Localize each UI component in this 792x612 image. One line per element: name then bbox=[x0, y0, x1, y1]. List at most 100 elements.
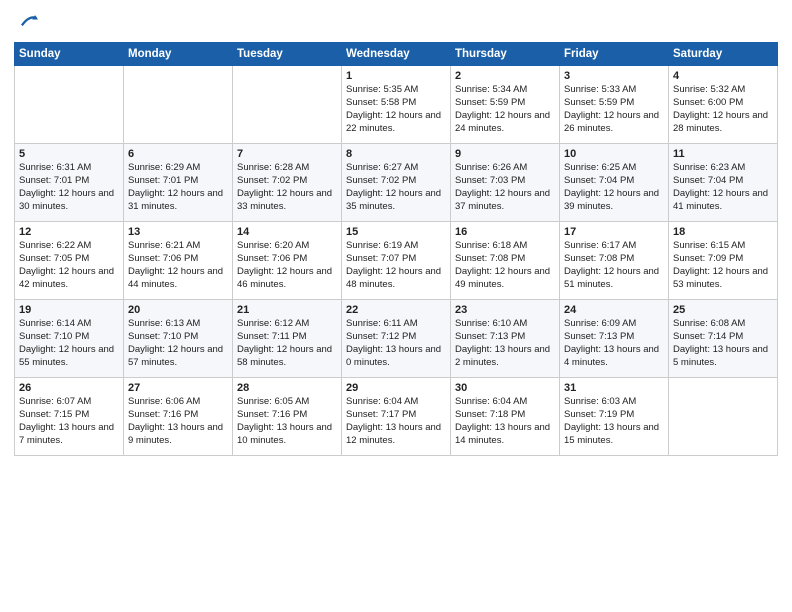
sunset-text: Sunset: 7:12 PM bbox=[346, 331, 446, 344]
sunset-text: Sunset: 7:08 PM bbox=[564, 253, 664, 266]
day-number: 16 bbox=[455, 225, 555, 240]
week-row-1: 1Sunrise: 5:35 AMSunset: 5:58 PMDaylight… bbox=[15, 65, 778, 143]
calendar-cell: 7Sunrise: 6:28 AMSunset: 7:02 PMDaylight… bbox=[233, 143, 342, 221]
daylight-text: Daylight: 12 hours and 37 minutes. bbox=[455, 188, 555, 214]
calendar-cell: 6Sunrise: 6:29 AMSunset: 7:01 PMDaylight… bbox=[124, 143, 233, 221]
day-number: 22 bbox=[346, 303, 446, 318]
cell-content: 9Sunrise: 6:26 AMSunset: 7:03 PMDaylight… bbox=[455, 147, 555, 214]
calendar-cell: 19Sunrise: 6:14 AMSunset: 7:10 PMDayligh… bbox=[15, 299, 124, 377]
cell-content: 15Sunrise: 6:19 AMSunset: 7:07 PMDayligh… bbox=[346, 225, 446, 292]
cell-content: 11Sunrise: 6:23 AMSunset: 7:04 PMDayligh… bbox=[673, 147, 773, 214]
day-number: 20 bbox=[128, 303, 228, 318]
sunset-text: Sunset: 5:58 PM bbox=[346, 97, 446, 110]
cell-content: 6Sunrise: 6:29 AMSunset: 7:01 PMDaylight… bbox=[128, 147, 228, 214]
daylight-text: Daylight: 12 hours and 58 minutes. bbox=[237, 344, 337, 370]
calendar-cell bbox=[124, 65, 233, 143]
calendar-cell: 16Sunrise: 6:18 AMSunset: 7:08 PMDayligh… bbox=[451, 221, 560, 299]
day-number: 26 bbox=[19, 381, 119, 396]
calendar-cell: 23Sunrise: 6:10 AMSunset: 7:13 PMDayligh… bbox=[451, 299, 560, 377]
calendar-cell: 15Sunrise: 6:19 AMSunset: 7:07 PMDayligh… bbox=[342, 221, 451, 299]
day-number: 6 bbox=[128, 147, 228, 162]
calendar-cell: 1Sunrise: 5:35 AMSunset: 5:58 PMDaylight… bbox=[342, 65, 451, 143]
week-row-3: 12Sunrise: 6:22 AMSunset: 7:05 PMDayligh… bbox=[15, 221, 778, 299]
day-number: 11 bbox=[673, 147, 773, 162]
day-number: 2 bbox=[455, 69, 555, 84]
sunset-text: Sunset: 7:14 PM bbox=[673, 331, 773, 344]
sunset-text: Sunset: 7:16 PM bbox=[237, 409, 337, 422]
weekday-sunday: Sunday bbox=[15, 42, 124, 65]
cell-content: 2Sunrise: 5:34 AMSunset: 5:59 PMDaylight… bbox=[455, 69, 555, 136]
day-number: 7 bbox=[237, 147, 337, 162]
sunrise-text: Sunrise: 6:15 AM bbox=[673, 240, 773, 253]
sunrise-text: Sunrise: 6:17 AM bbox=[564, 240, 664, 253]
sunset-text: Sunset: 6:00 PM bbox=[673, 97, 773, 110]
sunrise-text: Sunrise: 6:31 AM bbox=[19, 162, 119, 175]
daylight-text: Daylight: 12 hours and 41 minutes. bbox=[673, 188, 773, 214]
logo bbox=[14, 10, 38, 34]
day-number: 24 bbox=[564, 303, 664, 318]
sunset-text: Sunset: 7:05 PM bbox=[19, 253, 119, 266]
day-number: 3 bbox=[564, 69, 664, 84]
header bbox=[14, 10, 778, 34]
calendar-cell: 8Sunrise: 6:27 AMSunset: 7:02 PMDaylight… bbox=[342, 143, 451, 221]
daylight-text: Daylight: 12 hours and 26 minutes. bbox=[564, 110, 664, 136]
calendar-cell: 27Sunrise: 6:06 AMSunset: 7:16 PMDayligh… bbox=[124, 377, 233, 455]
cell-content: 22Sunrise: 6:11 AMSunset: 7:12 PMDayligh… bbox=[346, 303, 446, 370]
cell-content: 7Sunrise: 6:28 AMSunset: 7:02 PMDaylight… bbox=[237, 147, 337, 214]
calendar-cell: 5Sunrise: 6:31 AMSunset: 7:01 PMDaylight… bbox=[15, 143, 124, 221]
cell-content: 19Sunrise: 6:14 AMSunset: 7:10 PMDayligh… bbox=[19, 303, 119, 370]
daylight-text: Daylight: 12 hours and 51 minutes. bbox=[564, 266, 664, 292]
daylight-text: Daylight: 12 hours and 24 minutes. bbox=[455, 110, 555, 136]
sunset-text: Sunset: 7:13 PM bbox=[455, 331, 555, 344]
weekday-tuesday: Tuesday bbox=[233, 42, 342, 65]
day-number: 19 bbox=[19, 303, 119, 318]
day-number: 10 bbox=[564, 147, 664, 162]
sunrise-text: Sunrise: 5:34 AM bbox=[455, 84, 555, 97]
sunrise-text: Sunrise: 6:25 AM bbox=[564, 162, 664, 175]
calendar-cell: 30Sunrise: 6:04 AMSunset: 7:18 PMDayligh… bbox=[451, 377, 560, 455]
daylight-text: Daylight: 13 hours and 7 minutes. bbox=[19, 422, 119, 448]
daylight-text: Daylight: 13 hours and 14 minutes. bbox=[455, 422, 555, 448]
daylight-text: Daylight: 12 hours and 46 minutes. bbox=[237, 266, 337, 292]
sunrise-text: Sunrise: 6:14 AM bbox=[19, 318, 119, 331]
sunrise-text: Sunrise: 6:06 AM bbox=[128, 396, 228, 409]
cell-content: 14Sunrise: 6:20 AMSunset: 7:06 PMDayligh… bbox=[237, 225, 337, 292]
day-number: 25 bbox=[673, 303, 773, 318]
calendar-cell: 21Sunrise: 6:12 AMSunset: 7:11 PMDayligh… bbox=[233, 299, 342, 377]
sunrise-text: Sunrise: 6:28 AM bbox=[237, 162, 337, 175]
sunrise-text: Sunrise: 6:20 AM bbox=[237, 240, 337, 253]
calendar-cell: 26Sunrise: 6:07 AMSunset: 7:15 PMDayligh… bbox=[15, 377, 124, 455]
day-number: 30 bbox=[455, 381, 555, 396]
page: SundayMondayTuesdayWednesdayThursdayFrid… bbox=[0, 0, 792, 612]
daylight-text: Daylight: 13 hours and 9 minutes. bbox=[128, 422, 228, 448]
sunrise-text: Sunrise: 6:27 AM bbox=[346, 162, 446, 175]
sunset-text: Sunset: 7:09 PM bbox=[673, 253, 773, 266]
calendar-cell: 3Sunrise: 5:33 AMSunset: 5:59 PMDaylight… bbox=[560, 65, 669, 143]
calendar-cell: 22Sunrise: 6:11 AMSunset: 7:12 PMDayligh… bbox=[342, 299, 451, 377]
calendar-cell: 11Sunrise: 6:23 AMSunset: 7:04 PMDayligh… bbox=[669, 143, 778, 221]
calendar-cell bbox=[15, 65, 124, 143]
day-number: 23 bbox=[455, 303, 555, 318]
cell-content: 30Sunrise: 6:04 AMSunset: 7:18 PMDayligh… bbox=[455, 381, 555, 448]
calendar-cell bbox=[669, 377, 778, 455]
calendar-cell: 17Sunrise: 6:17 AMSunset: 7:08 PMDayligh… bbox=[560, 221, 669, 299]
calendar-cell: 12Sunrise: 6:22 AMSunset: 7:05 PMDayligh… bbox=[15, 221, 124, 299]
sunrise-text: Sunrise: 6:26 AM bbox=[455, 162, 555, 175]
sunset-text: Sunset: 7:18 PM bbox=[455, 409, 555, 422]
weekday-thursday: Thursday bbox=[451, 42, 560, 65]
calendar-cell: 10Sunrise: 6:25 AMSunset: 7:04 PMDayligh… bbox=[560, 143, 669, 221]
calendar-cell: 25Sunrise: 6:08 AMSunset: 7:14 PMDayligh… bbox=[669, 299, 778, 377]
calendar-cell: 4Sunrise: 5:32 AMSunset: 6:00 PMDaylight… bbox=[669, 65, 778, 143]
week-row-5: 26Sunrise: 6:07 AMSunset: 7:15 PMDayligh… bbox=[15, 377, 778, 455]
day-number: 15 bbox=[346, 225, 446, 240]
daylight-text: Daylight: 12 hours and 30 minutes. bbox=[19, 188, 119, 214]
daylight-text: Daylight: 12 hours and 53 minutes. bbox=[673, 266, 773, 292]
day-number: 12 bbox=[19, 225, 119, 240]
cell-content: 23Sunrise: 6:10 AMSunset: 7:13 PMDayligh… bbox=[455, 303, 555, 370]
sunset-text: Sunset: 7:03 PM bbox=[455, 175, 555, 188]
sunrise-text: Sunrise: 6:13 AM bbox=[128, 318, 228, 331]
calendar-cell: 2Sunrise: 5:34 AMSunset: 5:59 PMDaylight… bbox=[451, 65, 560, 143]
sunrise-text: Sunrise: 6:12 AM bbox=[237, 318, 337, 331]
sunrise-text: Sunrise: 6:05 AM bbox=[237, 396, 337, 409]
daylight-text: Daylight: 12 hours and 33 minutes. bbox=[237, 188, 337, 214]
